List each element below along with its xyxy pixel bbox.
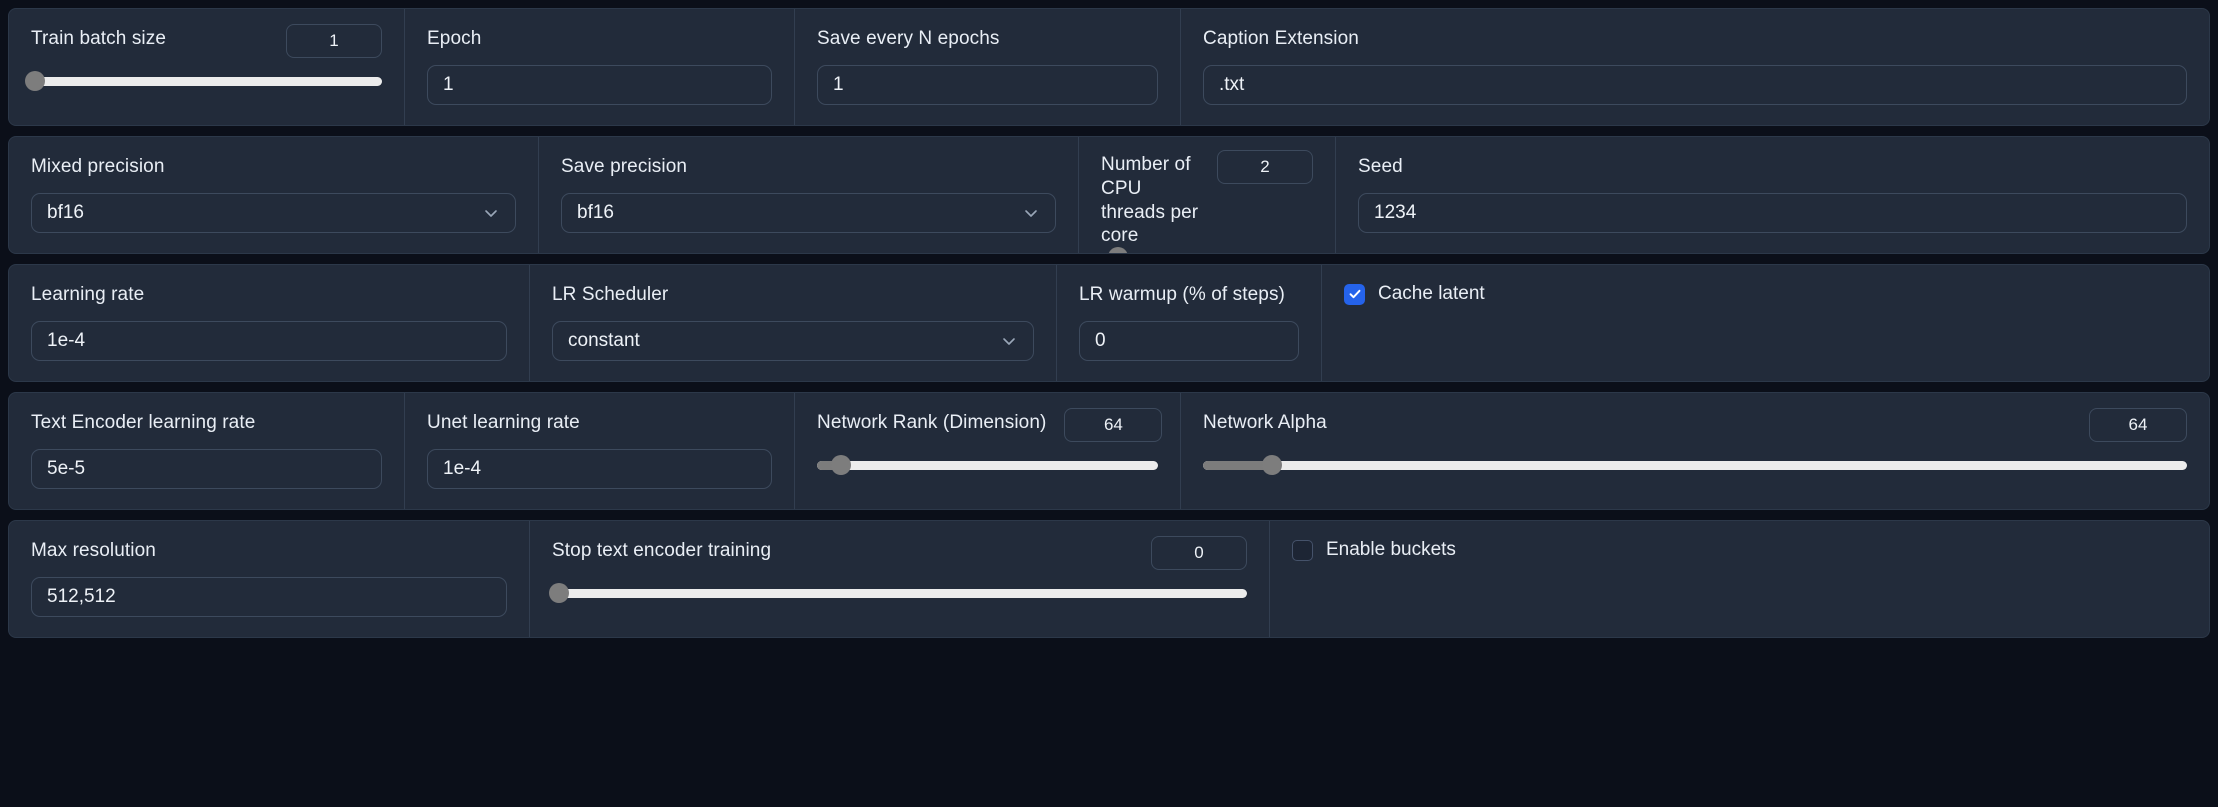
seed-cell: Seed 1234 <box>1336 137 2209 253</box>
lr-scheduler-label: LR Scheduler <box>552 284 669 305</box>
learning-rate-label: Learning rate <box>31 284 145 305</box>
row-resolution: Max resolution 512,512 Stop text encoder… <box>8 520 2210 638</box>
training-parameters-panel: Train batch size 1 Epoch 1 Save every N … <box>0 0 2218 807</box>
row-gap <box>8 510 2210 520</box>
unet-learning-rate-input[interactable]: 1e-4 <box>427 448 772 489</box>
stop-text-encoder-training-slider[interactable] <box>548 583 1247 603</box>
lr-warmup-input[interactable]: 0 <box>1079 320 1299 361</box>
seed-label: Seed <box>1358 156 1403 177</box>
stop-text-encoder-training-value[interactable]: 0 <box>1151 536 1247 570</box>
slider-thumb[interactable] <box>548 583 569 603</box>
save-precision-cell: Save precision bf16 <box>539 137 1079 253</box>
slider-track <box>1203 460 2187 470</box>
unet-learning-rate-label: Unet learning rate <box>427 412 580 433</box>
chevron-down-icon[interactable] <box>1022 204 1040 222</box>
cpu-threads-per-core-cell: Number of CPU threads per core 2 <box>1079 137 1336 253</box>
row-gap <box>8 254 2210 264</box>
stop-text-encoder-training-cell: Stop text encoder training 0 <box>530 521 1270 637</box>
caption-extension-input[interactable]: .txt <box>1203 64 2187 105</box>
cache-latent-checkbox[interactable] <box>1344 283 1365 305</box>
row-gap <box>8 382 2210 392</box>
cache-latent-cell: Cache latent <box>1322 265 2209 381</box>
chevron-down-icon[interactable] <box>482 204 500 222</box>
seed-input[interactable]: 1234 <box>1358 192 2187 233</box>
enable-buckets-cell: Enable buckets <box>1270 521 2209 637</box>
caption-extension-cell: Caption Extension .txt <box>1181 9 2209 125</box>
network-alpha-cell: Network Alpha 64 <box>1181 393 2209 509</box>
max-resolution-cell: Max resolution 512,512 <box>9 521 530 637</box>
cpu-threads-header: Number of CPU threads per core 2 <box>1101 150 1313 248</box>
save-precision-value: bf16 <box>577 201 614 223</box>
network-rank-header: Network Rank (Dimension) 64 <box>817 408 1163 442</box>
text-encoder-learning-rate-input[interactable]: 5e-5 <box>31 448 382 489</box>
enable-buckets-checkbox[interactable] <box>1292 539 1313 561</box>
cache-latent-label: Cache latent <box>1378 283 1485 304</box>
save-every-n-epochs-cell: Save every N epochs 1 <box>795 9 1181 125</box>
slider-thumb[interactable] <box>1107 247 1128 253</box>
max-resolution-input[interactable]: 512,512 <box>31 576 507 617</box>
learning-rate-cell: Learning rate 1e-4 <box>9 265 530 381</box>
slider-track <box>817 460 1158 470</box>
row-network: Text Encoder learning rate 5e-5 Unet lea… <box>8 392 2210 510</box>
network-alpha-label: Network Alpha <box>1203 412 1327 433</box>
row-basic: Train batch size 1 Epoch 1 Save every N … <box>8 8 2210 126</box>
epoch-label: Epoch <box>427 28 482 49</box>
mixed-precision-cell: Mixed precision bf16 <box>9 137 539 253</box>
mixed-precision-label: Mixed precision <box>31 156 165 177</box>
train-batch-size-header: Train batch size 1 <box>31 24 382 58</box>
max-resolution-label: Max resolution <box>31 540 156 561</box>
stop-text-encoder-training-label: Stop text encoder training <box>552 540 772 561</box>
lr-scheduler-value: constant <box>568 329 640 351</box>
row-gap <box>8 126 2210 136</box>
lr-scheduler-select[interactable]: constant <box>552 320 1034 361</box>
stop-text-encoder-header: Stop text encoder training 0 <box>552 536 1247 570</box>
train-batch-size-slider[interactable] <box>24 71 382 91</box>
epoch-input[interactable]: 1 <box>427 64 772 105</box>
slider-thumb[interactable] <box>24 71 45 91</box>
cpu-threads-per-core-label: Number of CPU threads per core <box>1101 154 1199 247</box>
network-rank-cell: Network Rank (Dimension) 64 <box>795 393 1181 509</box>
caption-extension-label: Caption Extension <box>1203 28 1359 49</box>
row-learning: Learning rate 1e-4 LR Scheduler constant… <box>8 264 2210 382</box>
text-encoder-learning-rate-label: Text Encoder learning rate <box>31 412 256 433</box>
slider-track <box>552 588 1247 598</box>
train-batch-size-label: Train batch size <box>31 28 167 49</box>
network-rank-value[interactable]: 64 <box>1064 408 1163 442</box>
network-alpha-header: Network Alpha 64 <box>1203 408 2187 442</box>
save-precision-select[interactable]: bf16 <box>561 192 1056 233</box>
enable-buckets-label: Enable buckets <box>1326 539 1456 560</box>
enable-buckets-row[interactable]: Enable buckets <box>1292 539 2187 561</box>
learning-rate-input[interactable]: 1e-4 <box>31 320 507 361</box>
train-batch-size-cell: Train batch size 1 <box>9 9 405 125</box>
unet-learning-rate-cell: Unet learning rate 1e-4 <box>405 393 795 509</box>
slider-thumb[interactable] <box>1261 455 1282 475</box>
chevron-down-icon[interactable] <box>1000 332 1018 350</box>
cache-latent-row[interactable]: Cache latent <box>1344 283 2187 305</box>
cpu-threads-per-core-value[interactable]: 2 <box>1217 150 1313 184</box>
text-encoder-learning-rate-cell: Text Encoder learning rate 5e-5 <box>9 393 405 509</box>
slider-track <box>31 76 382 86</box>
network-alpha-value[interactable]: 64 <box>2089 408 2187 442</box>
mixed-precision-value: bf16 <box>47 201 84 223</box>
save-precision-label: Save precision <box>561 156 688 177</box>
lr-warmup-label: LR warmup (% of steps) <box>1079 284 1285 305</box>
network-rank-slider[interactable] <box>817 455 1158 475</box>
row-precision: Mixed precision bf16 Save precision bf16… <box>8 136 2210 254</box>
lr-warmup-cell: LR warmup (% of steps) 0 <box>1057 265 1322 381</box>
lr-scheduler-cell: LR Scheduler constant <box>530 265 1057 381</box>
save-every-n-epochs-input[interactable]: 1 <box>817 64 1158 105</box>
save-every-n-epochs-label: Save every N epochs <box>817 28 1000 49</box>
mixed-precision-select[interactable]: bf16 <box>31 192 516 233</box>
network-alpha-slider[interactable] <box>1203 455 2187 475</box>
network-rank-label: Network Rank (Dimension) <box>817 412 1047 433</box>
epoch-cell: Epoch 1 <box>405 9 795 125</box>
slider-thumb[interactable] <box>830 455 851 475</box>
train-batch-size-value[interactable]: 1 <box>286 24 382 58</box>
